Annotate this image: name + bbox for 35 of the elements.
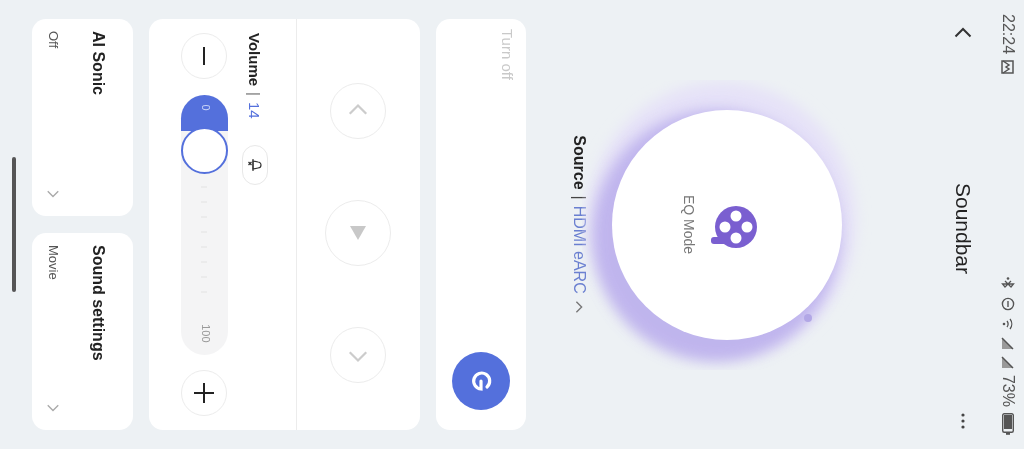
setting-title: AI Sonic	[89, 31, 107, 97]
volume-value: 14	[246, 102, 264, 119]
more-options-button[interactable]	[959, 411, 967, 431]
setting-value: Off	[46, 31, 61, 49]
source-value: HDMI eARC	[570, 205, 588, 294]
status-time: 22:24	[999, 14, 1017, 55]
setting-title: Sound settings	[89, 245, 107, 363]
mute-bell-icon	[248, 156, 262, 173]
mute-button[interactable]	[242, 144, 268, 185]
slider-max: 100	[200, 324, 212, 343]
setting-card[interactable]: Sound settings Movie	[32, 233, 133, 430]
power-button[interactable]	[452, 352, 510, 410]
signal-icon	[1001, 336, 1015, 350]
setting-card[interactable]: AI Sonic Off	[32, 19, 133, 216]
do-not-disturb-icon	[1001, 296, 1015, 311]
source-label: Source	[570, 135, 588, 190]
navigation-handle[interactable]	[12, 157, 16, 292]
volume-up-button[interactable]	[181, 370, 228, 416]
setting-value: Movie	[46, 245, 61, 280]
separator: |	[246, 92, 264, 96]
slider-min: 0	[200, 104, 212, 111]
gallery-icon	[1001, 60, 1015, 75]
battery-icon	[1002, 413, 1014, 435]
page-title: Soundbar	[951, 182, 975, 275]
source-button[interactable]: Source | HDMI eARC	[570, 135, 588, 314]
power-icon	[470, 370, 492, 392]
more-icon	[961, 413, 965, 429]
separator: |	[570, 195, 588, 200]
plus-icon	[194, 383, 215, 403]
signal-icon	[1001, 355, 1015, 369]
minus-icon	[203, 47, 206, 65]
slider-thumb[interactable]	[181, 126, 228, 174]
volume-label: Volume	[246, 33, 264, 87]
battery-percent: 73%	[999, 374, 1017, 407]
wifi-icon	[1001, 316, 1015, 331]
